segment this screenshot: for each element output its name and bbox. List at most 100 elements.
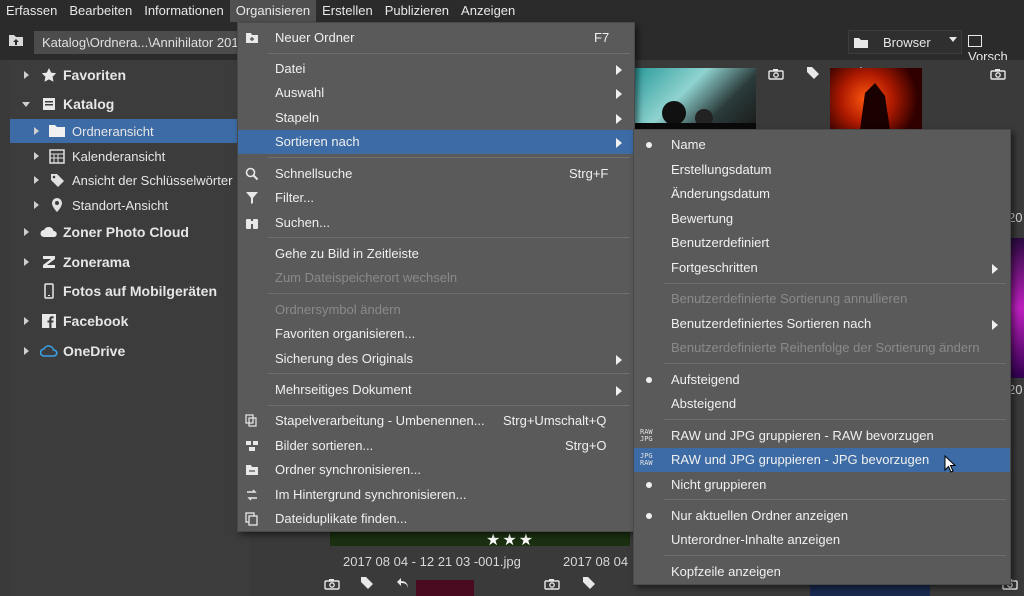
- menu-item-label: Nur aktuellen Ordner anzeigen: [671, 508, 849, 523]
- sidebar-item-label: OneDrive: [63, 343, 126, 359]
- expand-arrow-icon[interactable]: [24, 228, 29, 236]
- menu-informationen[interactable]: Informationen: [138, 0, 230, 22]
- menu-item-favoriten-organisieren[interactable]: Favoriten organisieren...: [238, 322, 634, 346]
- sort-option-benutzerdefiniertes-sortieren[interactable]: Benutzerdefiniertes Sortieren nach: [634, 312, 1010, 336]
- sort-option-nicht-gruppieren[interactable]: Nicht gruppieren: [634, 473, 1010, 497]
- sort-option-name[interactable]: Name: [634, 133, 1010, 157]
- binoculars-icon: [244, 215, 260, 231]
- sort-option-nur-aktueller-ordner[interactable]: Nur aktuellen Ordner anzeigen: [634, 504, 1010, 528]
- expand-arrow-icon[interactable]: [24, 347, 29, 355]
- sort-by-submenu: Name Erstellungsdatum Änderungsdatum Bew…: [633, 129, 1011, 585]
- sidebar-item-label: Zonerama: [63, 254, 130, 270]
- menu-item-sicherung[interactable]: Sicherung des Originals: [238, 347, 634, 371]
- sidebar-item-katalog[interactable]: Katalog: [10, 92, 250, 116]
- sort-option-absteigend[interactable]: Absteigend: [634, 392, 1010, 416]
- menu-item-auswahl[interactable]: Auswahl: [238, 81, 634, 105]
- sort-option-benutzerdefiniert[interactable]: Benutzerdefiniert: [634, 231, 1010, 255]
- sidebar-item-mobilgeraete[interactable]: Fotos auf Mobilgeräten: [10, 279, 250, 303]
- sort-option-bewertung[interactable]: Bewertung: [634, 207, 1010, 231]
- menu-item-dateiduplikate[interactable]: Dateiduplikate finden...: [238, 507, 634, 531]
- menu-item-label: Nicht gruppieren: [671, 477, 767, 492]
- menu-item-label: Kopfzeile anzeigen: [671, 564, 781, 579]
- menu-erfassen[interactable]: Erfassen: [0, 0, 63, 22]
- shortcut-label: F7: [594, 30, 610, 45]
- photo-thumbnail[interactable]: [330, 530, 630, 546]
- menu-item-label: RAW und JPG gruppieren - RAW bevorzugen: [671, 428, 934, 443]
- menu-item-label: Neuer Ordner: [275, 30, 355, 45]
- sidebar-item-kalenderansicht[interactable]: Kalenderansicht: [10, 144, 250, 168]
- menu-organisieren[interactable]: Organisieren: [229, 0, 317, 22]
- collapse-arrow-icon[interactable]: [22, 101, 30, 107]
- menu-item-ordnersymbol: Ordnersymbol ändern: [238, 298, 634, 322]
- sidebar-item-onedrive[interactable]: OneDrive: [10, 339, 250, 363]
- menu-separator: [664, 499, 1006, 500]
- photo-thumbnail[interactable]: [634, 68, 756, 130]
- menu-item-suchen[interactable]: Suchen...: [238, 211, 634, 235]
- sidebar-item-zoner-photo-cloud[interactable]: Zoner Photo Cloud: [10, 220, 250, 244]
- menu-item-label: Auswahl: [275, 85, 325, 100]
- sort-option-aenderungsdatum[interactable]: Änderungsdatum: [634, 182, 1010, 206]
- sidebar-item-label: Katalog: [63, 96, 115, 112]
- sidebar-item-ordneransicht[interactable]: Ordneransicht: [10, 119, 250, 143]
- sidebar-item-label: Ordneransicht: [72, 123, 154, 139]
- menu-publizieren[interactable]: Publizieren: [379, 0, 455, 22]
- menu-item-bilder-sortieren[interactable]: Bilder sortieren... Strg+O: [238, 434, 634, 458]
- photo-thumbnail[interactable]: [810, 584, 930, 596]
- menu-separator: [268, 53, 630, 54]
- browser-mode-dropdown[interactable]: Browser: [848, 30, 962, 54]
- expand-arrow-icon[interactable]: [34, 201, 39, 209]
- photo-thumbnail[interactable]: [830, 68, 922, 130]
- sidebar-item-schluesselwoerter[interactable]: Ansicht der Schlüsselwörter: [10, 168, 250, 192]
- menu-item-schnellsuche[interactable]: Schnellsuche Strg+F: [238, 162, 634, 186]
- menu-separator: [664, 419, 1006, 420]
- expand-arrow-icon[interactable]: [24, 317, 29, 325]
- submenu-arrow-icon: [616, 89, 622, 99]
- submenu-arrow-icon: [616, 114, 622, 124]
- image-icon: [968, 35, 982, 47]
- menu-item-sortieren-nach[interactable]: Sortieren nach: [238, 130, 634, 154]
- sidebar-item-label: Favoriten: [63, 67, 127, 83]
- menu-item-filter[interactable]: Filter...: [238, 186, 634, 210]
- organize-dropdown-menu: Neuer Ordner F7 Datei Auswahl Stapeln So…: [237, 22, 635, 532]
- batch-rename-icon: [244, 413, 260, 429]
- expand-arrow-icon[interactable]: [24, 71, 29, 79]
- expand-arrow-icon[interactable]: [24, 258, 29, 266]
- facebook-icon: [40, 313, 58, 329]
- background-sync-icon: [244, 487, 260, 503]
- sort-option-unterordner[interactable]: Unterordner-Inhalte anzeigen: [634, 528, 1010, 552]
- rating-stars[interactable]: ★★★: [486, 530, 535, 550]
- menu-item-label: RAW und JPG gruppieren - JPG bevorzugen: [671, 452, 930, 467]
- menu-item-label: Benutzerdefinierte Sortierung annulliere…: [671, 291, 908, 306]
- menu-item-neuer-ordner[interactable]: Neuer Ordner F7: [238, 26, 634, 50]
- sort-option-fortgeschritten[interactable]: Fortgeschritten: [634, 256, 1010, 280]
- menu-item-hintergrund-sync[interactable]: Im Hintergrund synchronisieren...: [238, 483, 634, 507]
- expand-arrow-icon[interactable]: [34, 152, 39, 160]
- sort-option-erstellungsdatum[interactable]: Erstellungsdatum: [634, 158, 1010, 182]
- sidebar-item-standort[interactable]: Standort-Ansicht: [10, 193, 250, 217]
- sidebar-item-zonerama[interactable]: Zonerama: [10, 250, 250, 274]
- sort-option-raw-bevorzugen[interactable]: RAW JPG RAW und JPG gruppieren - RAW bevo…: [634, 424, 1010, 448]
- menu-item-stapelverarbeitung[interactable]: Stapelverarbeitung - Umbenennen... Strg+…: [238, 409, 634, 433]
- duplicates-icon: [244, 511, 260, 527]
- menu-item-datei[interactable]: Datei: [238, 57, 634, 81]
- sidebar-item-favoriten[interactable]: Favoriten: [10, 63, 250, 87]
- sort-option-aufsteigend[interactable]: Aufsteigend: [634, 368, 1010, 392]
- menu-separator: [268, 237, 630, 238]
- menu-item-ordner-synchronisieren[interactable]: Ordner synchronisieren...: [238, 458, 634, 482]
- folder-up-icon[interactable]: [8, 33, 24, 49]
- location-pin-icon: [48, 197, 66, 213]
- menu-anzeigen[interactable]: Anzeigen: [455, 0, 521, 22]
- menu-item-mehrseitiges-dokument[interactable]: Mehrseitiges Dokument: [238, 378, 634, 402]
- sort-option-kopfzeile[interactable]: Kopfzeile anzeigen: [634, 560, 1010, 584]
- menu-item-gehe-zu-zeitleiste[interactable]: Gehe zu Bild in Zeitleiste: [238, 242, 634, 266]
- sidebar-item-facebook[interactable]: Facebook: [10, 309, 250, 333]
- submenu-arrow-icon: [616, 138, 622, 148]
- expand-arrow-icon[interactable]: [34, 127, 39, 135]
- path-field[interactable]: Katalog\Ordnera...\Annihilator 2017: [34, 31, 254, 54]
- expand-arrow-icon[interactable]: [34, 176, 39, 184]
- menu-erstellen[interactable]: Erstellen: [316, 0, 379, 22]
- photo-thumbnail[interactable]: [416, 580, 474, 596]
- menu-bearbeiten[interactable]: Bearbeiten: [63, 0, 138, 22]
- shortcut-label: Strg+Umschalt+Q: [503, 413, 607, 428]
- menu-item-stapeln[interactable]: Stapeln: [238, 106, 634, 130]
